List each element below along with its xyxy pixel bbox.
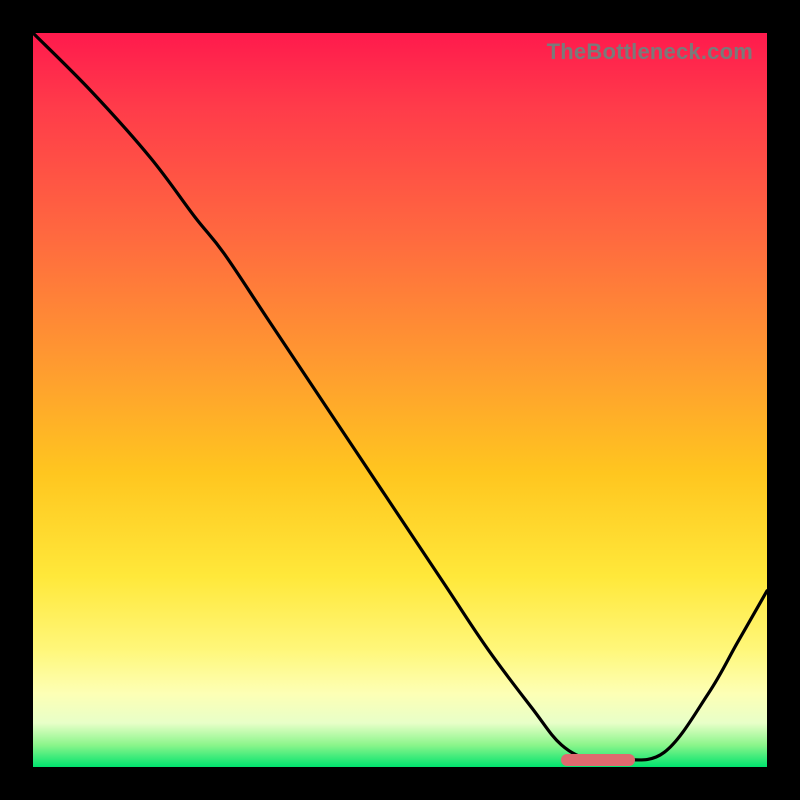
optimal-range-marker (561, 754, 634, 766)
bottleneck-curve-path (33, 33, 767, 761)
chart-frame: TheBottleneck.com (0, 0, 800, 800)
bottleneck-curve (33, 33, 767, 767)
gradient-plot-area: TheBottleneck.com (33, 33, 767, 767)
